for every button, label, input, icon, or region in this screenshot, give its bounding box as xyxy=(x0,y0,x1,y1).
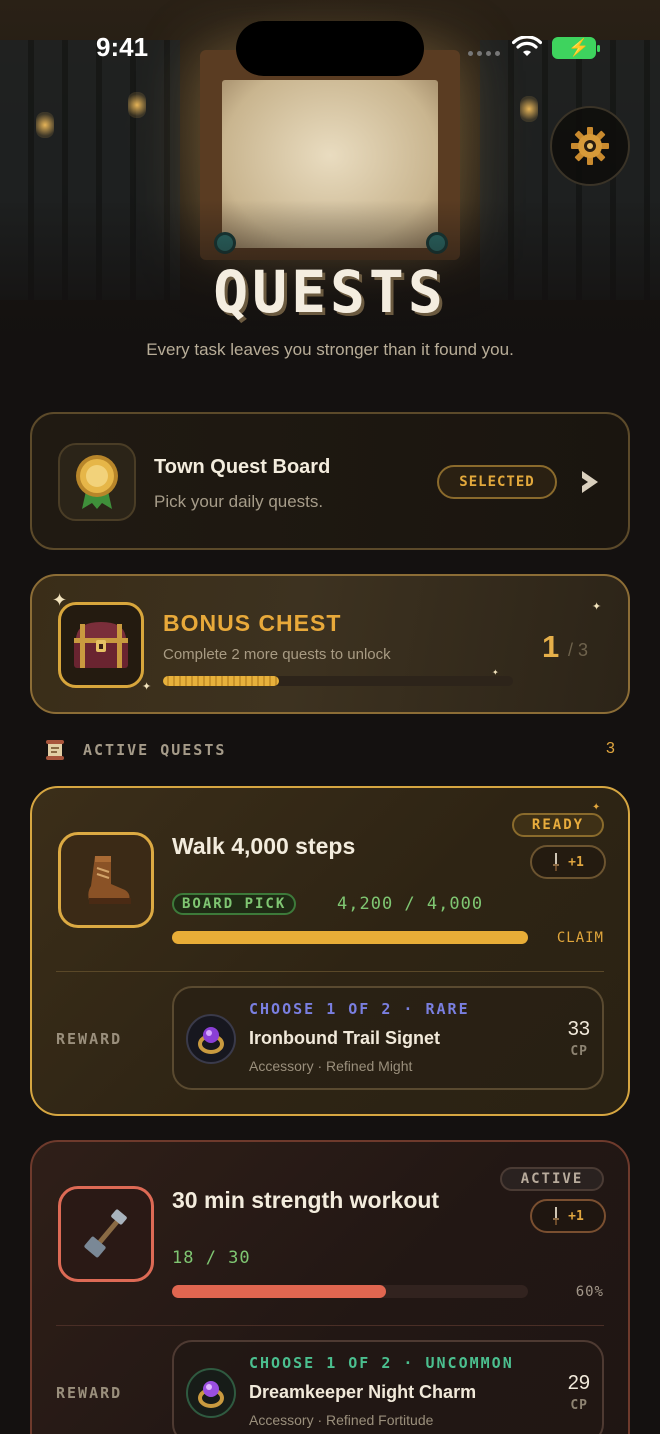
quest-title: 30 min strength workout xyxy=(172,1187,440,1213)
reward-name: Ironbound Trail Signet xyxy=(249,1028,440,1048)
reward-cp-unit: CP xyxy=(570,1044,588,1059)
reward-name: Dreamkeeper Night Charm xyxy=(249,1382,477,1402)
quest-icon-frame xyxy=(58,1186,154,1282)
reward-choice-card[interactable]: CHOOSE 1 OF 2 · RARE Ironbound Trail Sig… xyxy=(172,986,604,1090)
quest-progress-percent: 60% xyxy=(575,1284,604,1300)
dagger-icon xyxy=(553,853,560,871)
chevron-right-icon[interactable] xyxy=(578,468,602,496)
chest-total: / 3 xyxy=(568,640,589,660)
lamp-decor xyxy=(520,96,538,122)
battery-icon: ⚡ xyxy=(552,37,600,59)
medal-frame xyxy=(58,443,136,521)
quest-progress-bar xyxy=(172,931,528,944)
reward-choice-card[interactable]: CHOOSE 1 OF 2 · UNCOMMON Dreamkeeper Nig… xyxy=(172,1340,604,1434)
divider xyxy=(56,971,604,972)
reward-cp-unit: CP xyxy=(570,1398,588,1413)
quest-progress-bar xyxy=(172,1285,528,1298)
sparkle-icon: ✦ xyxy=(592,802,601,813)
quest-progress-fill xyxy=(172,1285,386,1298)
claim-button[interactable]: CLAIM xyxy=(557,930,604,946)
reward-cp-value: 29 xyxy=(567,1372,590,1394)
reward-choose-label: CHOOSE 1 OF 2 · UNCOMMON xyxy=(249,1354,514,1372)
page-subtitle: Every task leaves you stronger than it f… xyxy=(146,340,514,359)
reward-meta: Accessory · Refined Fortitude xyxy=(249,1412,434,1428)
chest-progress-bar xyxy=(163,676,513,686)
signal-icon xyxy=(468,51,500,56)
reward-label: REWARD xyxy=(56,1384,123,1402)
reward-meta: Accessory · Refined Might xyxy=(249,1058,413,1074)
might-bonus-value: +1 xyxy=(568,854,584,870)
selected-badge: SELECTED xyxy=(437,465,557,499)
lamp-decor xyxy=(36,112,54,138)
chest-frame xyxy=(58,602,144,688)
wifi-icon xyxy=(512,36,542,56)
board-pick-badge: BOARD PICK xyxy=(172,893,297,915)
quest-icon-frame xyxy=(58,832,154,928)
reward-label: REWARD xyxy=(56,1030,123,1048)
board-title: Town Quest Board xyxy=(154,456,331,478)
quest-card[interactable]: ✦ Walk 4,000 steps READY +1 BOARD PICK 4… xyxy=(30,786,630,1116)
board-subtitle: Pick your daily quests. xyxy=(154,492,324,511)
status-icons: ⚡ xyxy=(468,36,602,60)
reward-choose-label: CHOOSE 1 OF 2 · RARE xyxy=(249,1000,470,1018)
dynamic-island xyxy=(236,21,424,76)
boot-icon xyxy=(88,856,131,904)
hammer-icon xyxy=(84,1209,127,1258)
might-bonus-badge: +1 xyxy=(530,845,606,879)
divider xyxy=(56,1325,604,1326)
might-bonus-badge: +1 xyxy=(530,1199,606,1233)
chest-subtitle: Complete 2 more quests to unlock xyxy=(163,646,391,663)
quest-card[interactable]: 30 min strength workout ACTIVE +1 18 / 3… xyxy=(30,1140,630,1434)
reward-cp-value: 33 xyxy=(567,1018,590,1040)
might-bonus-value: +1 xyxy=(568,1208,584,1224)
page-title: QUESTS xyxy=(213,258,447,326)
scroll-icon xyxy=(46,740,64,760)
quest-title: Walk 4,000 steps xyxy=(172,833,356,859)
quest-board-selector[interactable]: Town Quest Board Pick your daily quests.… xyxy=(30,412,630,550)
treasure-chest-icon xyxy=(74,622,128,668)
dagger-icon xyxy=(553,1207,560,1225)
reward-icon-frame xyxy=(186,1368,236,1418)
quest-status-badge: ACTIVE xyxy=(500,1167,604,1191)
active-quests-count: 3 xyxy=(606,740,615,757)
bonus-chest-card[interactable]: ✦ ✦ ✦ ✦ BONUS CHEST Complete 2 more ques… xyxy=(30,574,630,714)
sparkle-icon: ✦ xyxy=(592,601,602,613)
sparkle-icon: ✦ xyxy=(142,681,152,693)
ring-icon xyxy=(198,1027,224,1054)
chest-title: BONUS CHEST xyxy=(163,610,342,636)
reward-icon-frame xyxy=(186,1014,236,1064)
quest-progress-text: 4,200 / 4,000 xyxy=(337,894,484,914)
quest-progress-text: 18 / 30 xyxy=(172,1248,251,1268)
quest-progress-fill xyxy=(172,931,528,944)
status-time: 9:41 xyxy=(96,32,149,62)
active-quests-heading: ACTIVE QUESTS xyxy=(83,741,227,759)
lamp-decor xyxy=(128,92,146,118)
ring-icon xyxy=(198,1381,224,1408)
quest-status-badge: READY xyxy=(512,813,604,837)
chest-count: 1 xyxy=(542,629,560,664)
medal-icon xyxy=(76,455,118,509)
chest-progress-fill xyxy=(163,676,279,686)
gear-icon xyxy=(571,127,609,165)
settings-button[interactable] xyxy=(550,106,630,186)
